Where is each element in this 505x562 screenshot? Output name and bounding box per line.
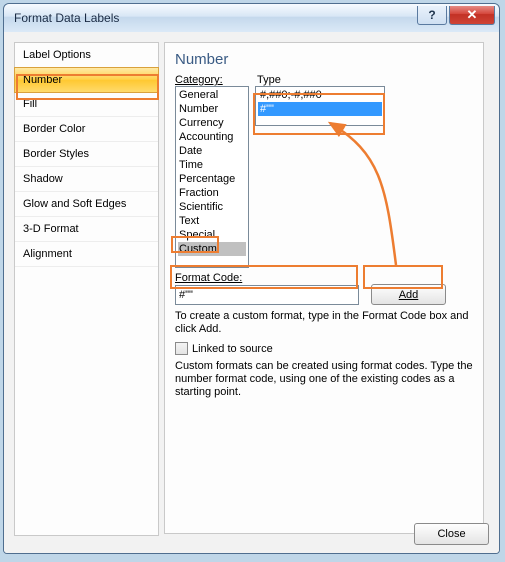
category-option[interactable]: Time	[178, 158, 246, 172]
sidebar-item-3-d-format[interactable]: 3-D Format	[15, 217, 158, 242]
sidebar-item-shadow[interactable]: Shadow	[15, 167, 158, 192]
sidebar-item-alignment[interactable]: Alignment	[15, 242, 158, 267]
category-option[interactable]: Number	[178, 102, 246, 116]
client-area: Label OptionsNumberFillBorder ColorBorde…	[4, 32, 499, 553]
category-option[interactable]: Currency	[178, 116, 246, 130]
category-option[interactable]: Scientific	[178, 200, 246, 214]
sidebar-item-border-styles[interactable]: Border Styles	[15, 142, 158, 167]
sidebar-item-glow-and-soft-edges[interactable]: Glow and Soft Edges	[15, 192, 158, 217]
main-panel: Number Category: Type GeneralNumberCurre…	[164, 42, 484, 534]
titlebar[interactable]: Format Data Labels ? ✕	[4, 4, 499, 33]
category-option[interactable]: Custom	[178, 242, 246, 256]
add-button[interactable]: Add	[371, 284, 446, 305]
category-option[interactable]: Special	[178, 228, 246, 242]
category-option[interactable]: Text	[178, 214, 246, 228]
help-icon: ?	[428, 8, 435, 22]
close-button[interactable]: Close	[414, 523, 489, 545]
format-code-input[interactable]	[175, 285, 359, 305]
sidebar-item-label-options[interactable]: Label Options	[15, 43, 158, 68]
category-option[interactable]: General	[178, 88, 246, 102]
linked-label: Linked to source	[192, 343, 273, 355]
category-option[interactable]: Percentage	[178, 172, 246, 186]
type-listbox[interactable]: #,##0;-#,##0#""	[255, 86, 385, 126]
type-label: Type	[257, 74, 281, 86]
format-code-label: Format Code:	[175, 272, 242, 284]
category-label: Category:	[175, 74, 223, 86]
type-option[interactable]: #,##0;-#,##0	[258, 88, 382, 102]
help-text-1: To create a custom format, type in the F…	[175, 310, 473, 336]
panel-heading: Number	[175, 51, 473, 68]
category-listbox[interactable]: GeneralNumberCurrencyAccountingDateTimeP…	[175, 86, 249, 268]
checkbox-icon	[175, 342, 188, 355]
window-close-button[interactable]: ✕	[449, 6, 495, 25]
sidebar-item-number[interactable]: Number	[14, 67, 159, 93]
sidebar-item-border-color[interactable]: Border Color	[15, 117, 158, 142]
help-text-2: Custom formats can be created using form…	[175, 360, 473, 399]
sidebar: Label OptionsNumberFillBorder ColorBorde…	[14, 42, 159, 536]
category-option[interactable]: Date	[178, 144, 246, 158]
close-icon: ✕	[467, 7, 478, 23]
type-option[interactable]: #""	[258, 102, 382, 116]
window-title: Format Data Labels	[14, 11, 119, 25]
linked-to-source-checkbox[interactable]: Linked to source	[175, 342, 473, 355]
category-option[interactable]: Fraction	[178, 186, 246, 200]
sidebar-item-fill[interactable]: Fill	[15, 92, 158, 117]
help-button[interactable]: ?	[417, 6, 447, 25]
dialog: Format Data Labels ? ✕ Label OptionsNumb…	[3, 3, 500, 554]
category-option[interactable]: Accounting	[178, 130, 246, 144]
